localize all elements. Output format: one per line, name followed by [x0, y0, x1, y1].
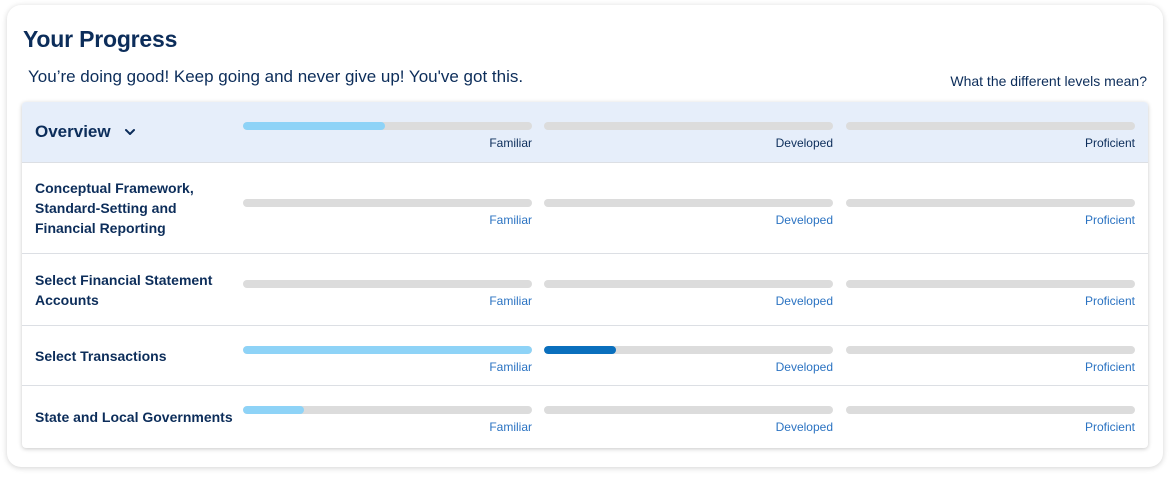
progress-table: Overview Familiar Developed Proficient Con…: [22, 102, 1148, 448]
level-segment-familiar: Familiar: [243, 406, 532, 434]
topic-label: State and Local Governments: [35, 408, 233, 425]
level-segment-familiar: Familiar: [243, 122, 532, 150]
level-segment-proficient: Proficient: [846, 122, 1135, 150]
progress-track: [544, 199, 833, 207]
level-segment-developed: Developed: [544, 406, 833, 434]
topic-label: Conceptual Framework, Standard-Setting a…: [35, 180, 194, 236]
level-label: Familiar: [489, 420, 532, 434]
level-label: Proficient: [1084, 420, 1135, 434]
topic-label: Select Transactions: [35, 347, 167, 364]
level-label: Developed: [775, 213, 833, 227]
level-label: Familiar: [489, 136, 532, 150]
topic-row: Select Transactions Familiar Developed Pro…: [22, 326, 1148, 386]
progress-fill: [544, 346, 617, 354]
level-segment-developed: Developed: [544, 280, 833, 308]
topic-row: Select Financial Statement Accounts Fami…: [22, 254, 1148, 326]
progress-track: [544, 122, 833, 130]
progress-track: [243, 406, 532, 414]
level-segment-familiar: Familiar: [243, 346, 532, 374]
overview-label: Overview: [35, 122, 111, 141]
progress-fill: [243, 122, 385, 130]
progress-track: [243, 346, 532, 354]
page-title: Your Progress: [23, 26, 178, 52]
level-segment-familiar: Familiar: [243, 280, 532, 308]
progress-fill: [243, 346, 532, 354]
progress-card: Your Progress You’re doing good! Keep go…: [7, 5, 1163, 467]
progress-track: [544, 280, 833, 288]
level-segment-developed: Developed: [544, 122, 833, 150]
level-label: Proficient: [1084, 360, 1135, 374]
level-label: Familiar: [489, 213, 532, 227]
level-label: Proficient: [1084, 213, 1135, 227]
topic-bars: Familiar Developed Proficient: [243, 406, 1135, 448]
level-segment-proficient: Proficient: [846, 280, 1135, 308]
progress-track: [243, 199, 532, 207]
progress-track: [846, 199, 1135, 207]
level-segment-developed: Developed: [544, 346, 833, 374]
level-label: Developed: [775, 136, 833, 150]
level-label: Developed: [775, 420, 833, 434]
level-label: Developed: [775, 294, 833, 308]
overview-row: Overview Familiar Developed Proficient: [22, 102, 1148, 163]
topic-label: Select Financial Statement Accounts: [35, 271, 213, 308]
levels-info-link[interactable]: What the different levels mean?: [950, 73, 1147, 89]
topic-row: State and Local Governments Familiar Deve…: [22, 386, 1148, 447]
chevron-down-icon: [124, 129, 135, 135]
level-segment-developed: Developed: [544, 199, 833, 227]
level-label: Familiar: [489, 360, 532, 374]
level-label: Familiar: [489, 294, 532, 308]
overview-toggle[interactable]: Overview: [35, 122, 235, 142]
progress-track: [544, 406, 833, 414]
progress-track: [544, 346, 833, 354]
level-label: Proficient: [1084, 136, 1135, 150]
level-label: Proficient: [1084, 294, 1135, 308]
progress-fill: [243, 406, 304, 414]
topic-row: Conceptual Framework, Standard-Setting a…: [22, 163, 1148, 254]
progress-track: [846, 406, 1135, 414]
progress-track: [846, 122, 1135, 130]
level-segment-proficient: Proficient: [846, 406, 1135, 434]
progress-track: [846, 280, 1135, 288]
encouragement-text: You’re doing good! Keep going and never …: [28, 67, 524, 86]
progress-track: [243, 280, 532, 288]
level-segment-familiar: Familiar: [243, 199, 532, 227]
level-segment-proficient: Proficient: [846, 199, 1135, 227]
level-label: Developed: [775, 360, 833, 374]
progress-track: [846, 346, 1135, 354]
progress-track: [243, 122, 532, 130]
level-segment-proficient: Proficient: [846, 346, 1135, 374]
